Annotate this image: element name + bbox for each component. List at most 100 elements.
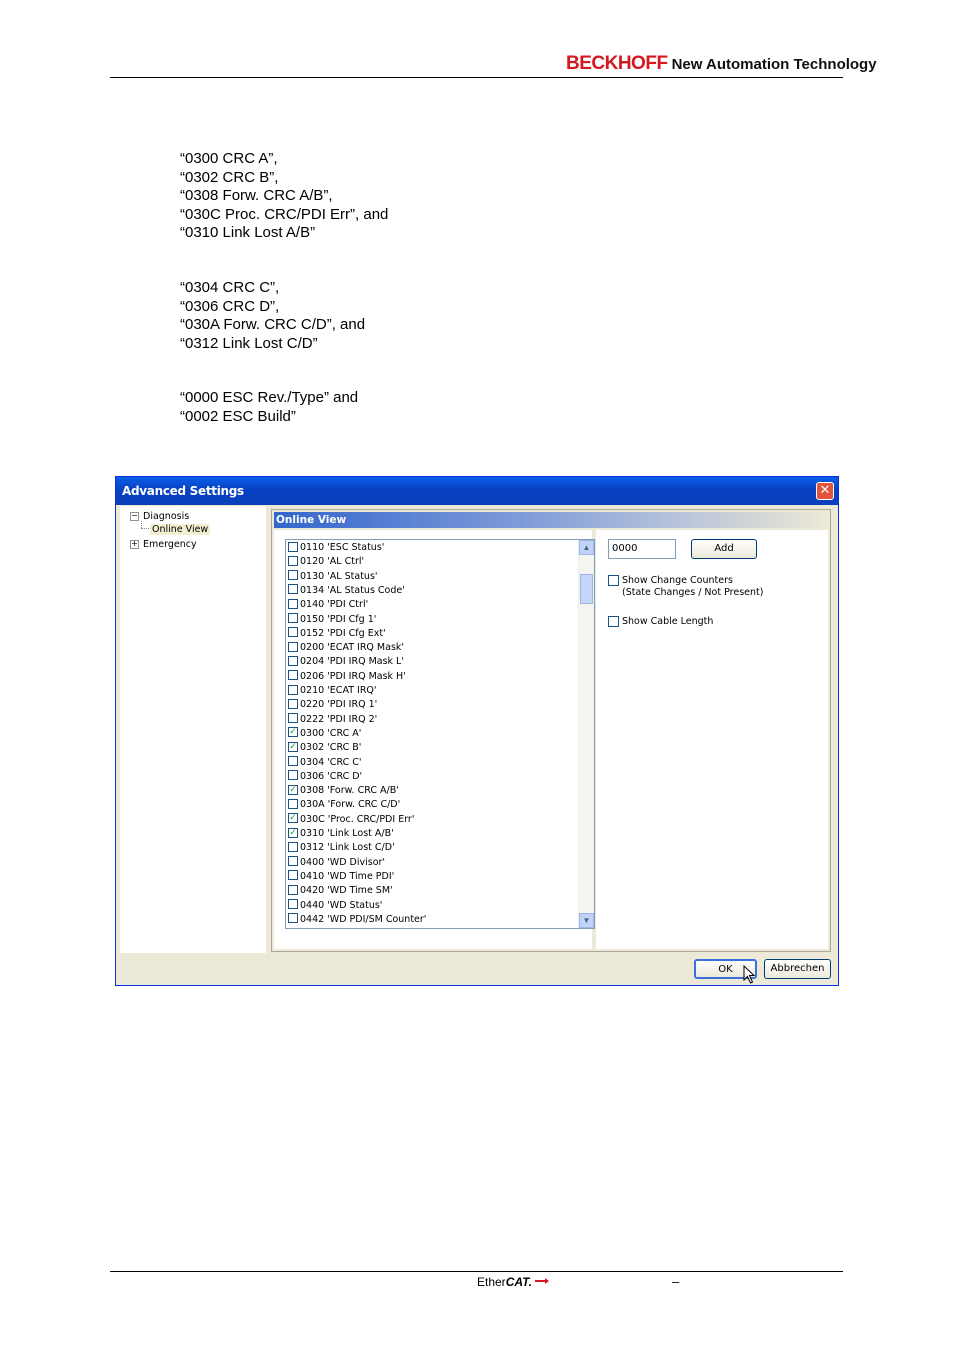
checkbox-icon[interactable]	[288, 856, 298, 867]
option-sublabel: (State Changes / Not Present)	[622, 587, 764, 598]
tree-connector	[141, 521, 142, 528]
list-item-label: 0150 'PDI Cfg 1'	[300, 613, 377, 625]
list-item[interactable]: 0220 'PDI IRQ 1'	[288, 698, 377, 712]
list-item-label: 0304 'CRC C'	[300, 756, 362, 768]
list-item-label: 0140 'PDI Ctrl'	[300, 599, 369, 611]
list-item[interactable]: 0206 'PDI IRQ Mask H'	[288, 670, 406, 684]
list-item-label: 0206 'PDI IRQ Mask H'	[300, 670, 406, 682]
checkbox-icon[interactable]	[288, 555, 298, 566]
checkbox-checked-icon[interactable]: ✓	[288, 813, 298, 824]
cancel-button[interactable]: Abbrechen	[764, 959, 831, 979]
checkbox-icon[interactable]	[288, 598, 298, 609]
tree-item-diagnosis[interactable]: − Diagnosis	[130, 511, 189, 522]
list-item-label: 0110 'ESC Status'	[300, 542, 385, 553]
tree-item-emergency[interactable]: + Emergency	[130, 539, 197, 550]
checkbox-icon[interactable]	[288, 655, 298, 666]
checkbox-icon[interactable]	[288, 641, 298, 652]
list-item-label: 0210 'ECAT IRQ'	[300, 685, 377, 696]
tree-connector	[141, 528, 149, 529]
dialog-title: Advanced Settings	[122, 484, 244, 498]
list-item[interactable]: 0200 'ECAT IRQ Mask'	[288, 641, 404, 655]
text-line: “0312 Link Lost C/D”	[180, 334, 318, 352]
checkbox-icon[interactable]	[288, 841, 298, 852]
close-button[interactable]: ✕	[816, 482, 834, 500]
show-change-counters-checkbox[interactable]	[608, 575, 619, 586]
list-item[interactable]: ✓ 0302 'CRC B'	[288, 741, 361, 755]
checkbox-icon[interactable]	[288, 798, 298, 809]
list-item[interactable]: 0306 'CRC D'	[288, 770, 362, 784]
collapse-icon[interactable]: −	[130, 512, 139, 521]
list-item[interactable]: 0312 'Link Lost C/D'	[288, 841, 395, 855]
logo-ether: Ether	[477, 1275, 506, 1289]
list-item[interactable]: 0442 'WD PDI/SM Counter'	[288, 913, 426, 927]
checkbox-checked-icon[interactable]: ✓	[288, 741, 298, 752]
list-item-label: 0222 'PDI IRQ 2'	[300, 713, 378, 725]
checkbox-icon[interactable]	[288, 684, 298, 695]
list-item[interactable]: 0120 'AL Ctrl'	[288, 555, 364, 569]
text-line: “0308 Forw. CRC A/B”,	[180, 187, 333, 204]
list-item[interactable]: 0410 'WD Time PDI'	[288, 870, 394, 884]
list-item-label: 0440 'WD Status'	[300, 899, 383, 911]
list-item[interactable]: ✓ 0310 'Link Lost A/B'	[288, 827, 394, 841]
settings-tree: − Diagnosis Online View + Emergency	[120, 506, 266, 953]
list-item-label: 030C 'Proc. CRC/PDI Err'	[300, 813, 415, 825]
checkbox-icon[interactable]	[288, 627, 298, 638]
list-item[interactable]: 0152 'PDI Cfg Ext'	[288, 627, 386, 641]
list-item[interactable]: 0140 'PDI Ctrl'	[288, 598, 368, 612]
list-item-label: 0204 'PDI IRQ Mask L'	[300, 656, 404, 668]
list-item[interactable]: 0134 'AL Status Code'	[288, 584, 405, 598]
list-item[interactable]: ✓ 0308 'Forw. CRC A/B'	[288, 784, 399, 798]
scroll-down-icon[interactable]: ▼	[579, 913, 594, 928]
list-item[interactable]: 0304 'CRC C'	[288, 756, 361, 770]
checkbox-icon[interactable]	[288, 770, 298, 781]
list-item-label: 0308 'Forw. CRC A/B'	[300, 785, 399, 797]
checkbox-checked-icon[interactable]: ✓	[288, 827, 298, 838]
list-item[interactable]: 0222 'PDI IRQ 2'	[288, 713, 377, 727]
checkbox-icon[interactable]	[288, 884, 298, 895]
header-rule	[110, 77, 843, 78]
dialog-titlebar[interactable]: Advanced Settings ✕	[116, 477, 838, 505]
list-item[interactable]: ✓ 0300 'CRC A'	[288, 727, 361, 741]
advanced-settings-dialog: Advanced Settings ✕ − Diagnosis Online Vi…	[115, 476, 839, 986]
list-item[interactable]: 0110 'ESC Status'	[288, 541, 384, 555]
text-line: “0310 Link Lost A/B”	[180, 224, 316, 241]
checkbox-icon[interactable]	[288, 670, 298, 681]
scroll-thumb[interactable]	[580, 574, 593, 604]
tree-item-label: Online View	[150, 524, 211, 535]
register-list[interactable]: 0110 'ESC Status' 0120 'AL Ctrl' 0130 'AL …	[285, 539, 595, 929]
list-item[interactable]: 0440 'WD Status'	[288, 899, 382, 913]
list-item[interactable]: 0400 'WD Divisor'	[288, 856, 385, 870]
list-item[interactable]: ✓ 030C 'Proc. CRC/PDI Err'	[288, 813, 414, 827]
list-item[interactable]: 030A 'Forw. CRC C/D'	[288, 798, 400, 812]
tree-item-online-view[interactable]: Online View	[150, 524, 211, 535]
scroll-up-icon[interactable]: ▲	[579, 540, 594, 555]
show-cable-length-checkbox[interactable]	[608, 616, 619, 627]
checkbox-checked-icon[interactable]: ✓	[288, 727, 298, 738]
checkbox-checked-icon[interactable]: ✓	[288, 784, 298, 795]
register-address-input[interactable]: 0000	[608, 539, 676, 559]
checkbox-icon[interactable]	[288, 584, 298, 595]
text-line: “030A Forw. CRC C/D”, and	[180, 316, 366, 333]
expand-icon[interactable]: +	[130, 540, 139, 549]
checkbox-icon[interactable]	[288, 899, 298, 909]
list-item[interactable]: 0420 'WD Time SM'	[288, 884, 393, 898]
checkbox-icon[interactable]	[288, 870, 298, 881]
list-item-label: 0306 'CRC D'	[300, 770, 363, 782]
list-item[interactable]: 0210 'ECAT IRQ'	[288, 684, 377, 698]
list-item-label: 0302 'CRC B'	[300, 742, 362, 754]
text-line: “0002 ESC Build”	[180, 407, 296, 425]
list-scrollbar[interactable]: ▲ ▼	[578, 540, 594, 928]
list-item[interactable]: 0150 'PDI Cfg 1'	[288, 613, 376, 627]
checkbox-icon[interactable]	[288, 713, 298, 724]
checkbox-icon[interactable]	[288, 541, 298, 552]
checkbox-icon[interactable]	[288, 756, 298, 766]
checkbox-icon[interactable]	[288, 570, 298, 581]
add-button[interactable]: Add	[691, 539, 757, 559]
list-item[interactable]: 0130 'AL Status'	[288, 570, 378, 584]
checkbox-icon[interactable]	[288, 698, 298, 709]
list-item-label: 0130 'AL Status'	[300, 570, 378, 582]
list-item[interactable]: 0204 'PDI IRQ Mask L'	[288, 655, 404, 669]
checkbox-icon[interactable]	[288, 913, 298, 924]
checkbox-icon[interactable]	[288, 613, 298, 623]
list-item-label: 0152 'PDI Cfg Ext'	[300, 627, 386, 639]
